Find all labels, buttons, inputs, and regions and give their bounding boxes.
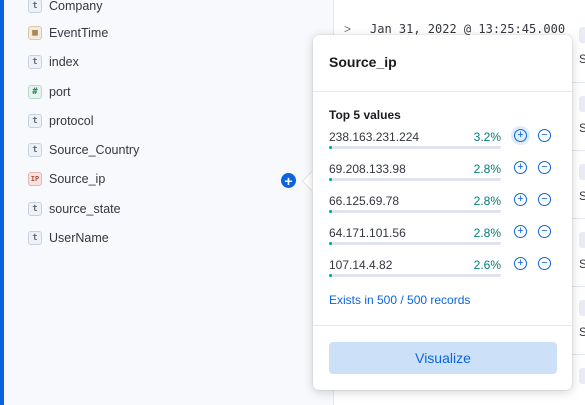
- filter-out-value-minus-icon[interactable]: −: [538, 129, 551, 142]
- top-value-row: 238.163.231.224 3.2% + −: [329, 129, 557, 152]
- filter-out-value-minus-icon[interactable]: −: [538, 161, 551, 174]
- field-name: UserName: [49, 231, 109, 245]
- ip-type-icon: IP: [28, 172, 42, 186]
- field-item-company[interactable]: t Company: [28, 0, 103, 16]
- string-type-icon: t: [28, 143, 42, 157]
- top-value-percent: 2.8%: [473, 162, 501, 176]
- field-name: EventTime: [49, 26, 109, 40]
- top-value-bar-fill: [329, 274, 332, 277]
- top-value-percent: 3.2%: [473, 130, 501, 144]
- row-text-fragment: S: [579, 52, 585, 66]
- row-action-chip: [579, 232, 585, 248]
- top-value-row: 107.14.4.82 2.6% + −: [329, 257, 557, 280]
- field-item-port[interactable]: # port: [28, 82, 71, 102]
- add-field-plus-circle-icon[interactable]: +: [281, 173, 296, 188]
- filter-for-value-plus-icon[interactable]: +: [514, 193, 527, 206]
- top-value-bar: [329, 210, 501, 213]
- number-type-icon: #: [28, 85, 42, 99]
- exists-in-records-link[interactable]: Exists in 500 / 500 records: [329, 293, 470, 307]
- string-type-icon: t: [28, 0, 42, 13]
- top-value-label: 69.208.133.98: [329, 162, 406, 176]
- field-item-source-state[interactable]: t source_state: [28, 199, 121, 219]
- popover-arrow: [303, 171, 313, 191]
- string-type-icon: t: [28, 202, 42, 216]
- popover-divider: [313, 325, 572, 326]
- filter-for-value-plus-icon[interactable]: +: [514, 257, 527, 270]
- field-item-username[interactable]: t UserName: [28, 228, 109, 248]
- top-values-heading: Top 5 values: [329, 108, 401, 122]
- field-name: Company: [49, 0, 103, 13]
- row-text-fragment: S: [579, 325, 585, 339]
- row-action-chip: [579, 164, 585, 180]
- top-value-percent: 2.8%: [473, 226, 501, 240]
- filter-for-value-plus-icon[interactable]: +: [514, 225, 527, 238]
- top-value-label: 107.14.4.82: [329, 258, 393, 272]
- top-value-percent: 2.6%: [473, 258, 501, 272]
- popover-title: Source_ip: [329, 54, 397, 70]
- top-value-label: 66.125.69.78: [329, 194, 400, 208]
- string-type-icon: t: [28, 55, 42, 69]
- row-text-fragment: S: [579, 189, 585, 203]
- row-text-fragment: S: [579, 121, 585, 135]
- row-action-chip: [579, 300, 585, 316]
- field-name: Source_Country: [49, 143, 140, 157]
- row-action-chip: [579, 27, 585, 43]
- top-value-row: 69.208.133.98 2.8% + −: [329, 161, 557, 184]
- top-value-row: 64.171.101.56 2.8% + −: [329, 225, 557, 248]
- field-item-source-country[interactable]: t Source_Country: [28, 140, 139, 160]
- field-details-popover: Source_ip Top 5 values 238.163.231.224 3…: [313, 35, 572, 390]
- top-value-bar: [329, 274, 501, 277]
- top-value-row: 66.125.69.78 2.8% + −: [329, 193, 557, 216]
- row-text-fragment: S: [579, 257, 585, 271]
- filter-out-value-minus-icon[interactable]: −: [538, 225, 551, 238]
- field-item-source-ip[interactable]: IP Source_ip: [28, 169, 105, 189]
- filter-out-value-minus-icon[interactable]: −: [538, 193, 551, 206]
- top-value-bar-fill: [329, 146, 333, 149]
- field-item-protocol[interactable]: t protocol: [28, 111, 93, 131]
- field-name: index: [49, 55, 79, 69]
- row-action-chip: [579, 368, 585, 384]
- field-list-sidebar: t Company ▦ EventTime t index # port t p…: [4, 0, 334, 405]
- top-value-label: 238.163.231.224: [329, 130, 420, 144]
- string-type-icon: t: [28, 231, 42, 245]
- field-name: port: [49, 85, 71, 99]
- top-value-bar-fill: [329, 210, 332, 213]
- filter-for-value-plus-icon[interactable]: +: [514, 129, 527, 142]
- filter-for-value-plus-icon[interactable]: +: [514, 161, 527, 174]
- field-item-eventtime[interactable]: ▦ EventTime: [28, 23, 108, 43]
- visualize-button[interactable]: Visualize: [329, 342, 557, 374]
- date-type-icon: ▦: [28, 26, 42, 40]
- field-item-index[interactable]: t index: [28, 52, 79, 72]
- top-value-bar-fill: [329, 178, 332, 181]
- row-action-chip: [579, 96, 585, 112]
- field-name: protocol: [49, 114, 94, 128]
- top-value-percent: 2.8%: [473, 194, 501, 208]
- top-value-bar-fill: [329, 242, 332, 245]
- top-value-bar: [329, 242, 501, 245]
- document-timestamp: Jan 31, 2022 @ 13:25:45.000: [370, 22, 566, 36]
- popover-divider: [313, 91, 572, 92]
- top-value-label: 64.171.101.56: [329, 226, 406, 240]
- top-value-bar: [329, 146, 501, 149]
- top-value-bar: [329, 178, 501, 181]
- string-type-icon: t: [28, 114, 42, 128]
- field-name: Source_ip: [49, 172, 106, 186]
- field-name: source_state: [49, 202, 121, 216]
- filter-out-value-minus-icon[interactable]: −: [538, 257, 551, 270]
- expand-row-chevron-icon[interactable]: >: [344, 22, 351, 36]
